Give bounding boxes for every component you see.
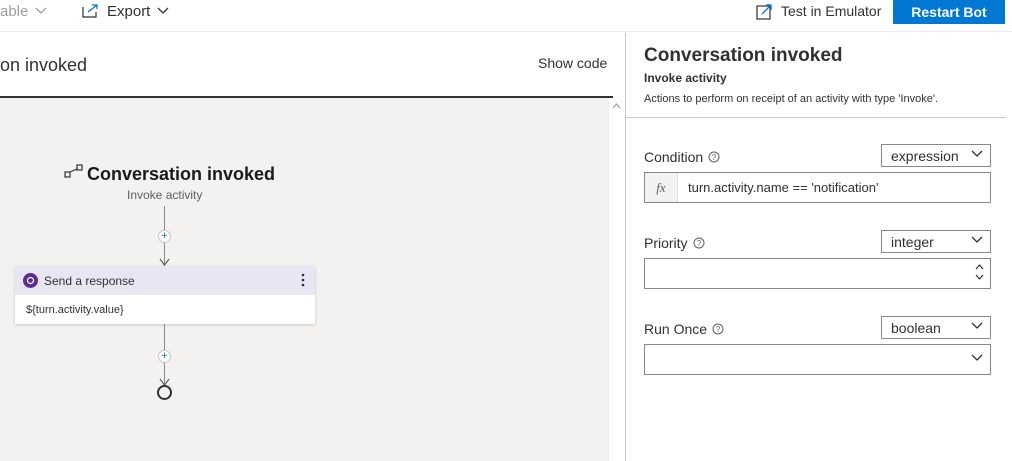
help-icon[interactable]: ?	[708, 151, 720, 163]
properties-panel: Conversation invoked Invoke activity Act…	[626, 33, 1012, 461]
trigger-subtitle: Invoke activity	[127, 188, 203, 202]
chevron-down-icon	[971, 354, 983, 361]
run-once-type-select[interactable]: boolean	[881, 316, 991, 339]
disable-label: able	[0, 2, 29, 20]
decrement-icon[interactable]	[975, 272, 984, 282]
more-options-icon[interactable]	[301, 273, 305, 287]
test-in-emulator-label: Test in Emulator	[781, 3, 882, 19]
svg-text:?: ?	[716, 325, 721, 334]
editor-header: on invoked Show code	[0, 33, 625, 96]
condition-type-select[interactable]: expression	[881, 144, 991, 167]
scroll-up-icon[interactable]	[612, 102, 621, 111]
disable-menu: able	[0, 0, 47, 22]
increment-icon[interactable]	[975, 262, 984, 272]
properties-subtitle: Invoke activity	[644, 71, 727, 85]
chevron-down-icon	[971, 322, 983, 329]
run-once-dropdown[interactable]	[644, 344, 991, 375]
canvas-scrollbar[interactable]	[608, 98, 625, 461]
help-icon[interactable]: ?	[693, 237, 705, 249]
condition-label: Condition ?	[644, 149, 720, 165]
priority-label: Priority ?	[644, 235, 705, 251]
svg-text:?: ?	[712, 153, 717, 162]
run-once-label-text: Run Once	[644, 321, 708, 337]
add-action-button[interactable]: +	[158, 230, 171, 243]
export-label: Export	[107, 2, 151, 20]
flow-canvas[interactable]: Conversation invoked Invoke activity + S…	[0, 98, 608, 461]
trigger-icon	[64, 164, 84, 183]
condition-label-text: Condition	[644, 149, 704, 165]
export-icon	[82, 4, 99, 18]
priority-type-select[interactable]: integer	[881, 230, 991, 253]
show-code-button[interactable]: Show code	[538, 55, 607, 71]
properties-divider	[626, 117, 1006, 118]
condition-expression-input[interactable]: fx turn.activity.name == 'notification'	[644, 172, 991, 203]
help-icon[interactable]: ?	[712, 323, 724, 335]
chevron-down-icon	[971, 236, 983, 243]
trigger-title[interactable]: Conversation invoked	[87, 164, 275, 185]
priority-type-value: integer	[891, 233, 934, 250]
send-response-card[interactable]: Send a response ${turn.activity.value}	[15, 266, 315, 324]
chevron-down-icon	[35, 7, 47, 15]
function-icon: fx	[645, 173, 678, 202]
top-toolbar: able Export Test in Emulator Restart Bot	[0, 0, 1012, 32]
restart-bot-button[interactable]: Restart Bot	[893, 0, 1005, 24]
run-once-type-value: boolean	[891, 319, 941, 336]
svg-text:?: ?	[696, 239, 701, 248]
priority-number-input[interactable]	[644, 258, 991, 289]
add-action-button[interactable]: +	[158, 350, 171, 363]
test-in-emulator-button[interactable]: Test in Emulator	[756, 0, 881, 22]
number-spinner[interactable]	[975, 262, 984, 282]
properties-description: Actions to perform on receipt of an acti…	[644, 93, 939, 105]
condition-expression-value: turn.activity.name == 'notification'	[688, 180, 879, 195]
run-once-label: Run Once ?	[644, 321, 724, 337]
card-header: Send a response	[15, 266, 315, 295]
flow-end-node	[157, 385, 172, 400]
chevron-down-icon	[971, 150, 983, 157]
card-body: ${turn.activity.value}	[26, 303, 124, 316]
card-title: Send a response	[44, 273, 135, 288]
properties-title: Conversation invoked	[644, 45, 843, 66]
arrow-down-icon	[159, 258, 170, 266]
priority-label-text: Priority	[644, 235, 688, 251]
export-menu[interactable]: Export	[82, 0, 169, 22]
condition-type-value: expression	[891, 147, 959, 164]
message-bot-icon	[23, 273, 38, 288]
open-external-icon	[756, 3, 773, 20]
editor-title: on invoked	[0, 55, 88, 75]
chevron-down-icon	[157, 7, 169, 15]
